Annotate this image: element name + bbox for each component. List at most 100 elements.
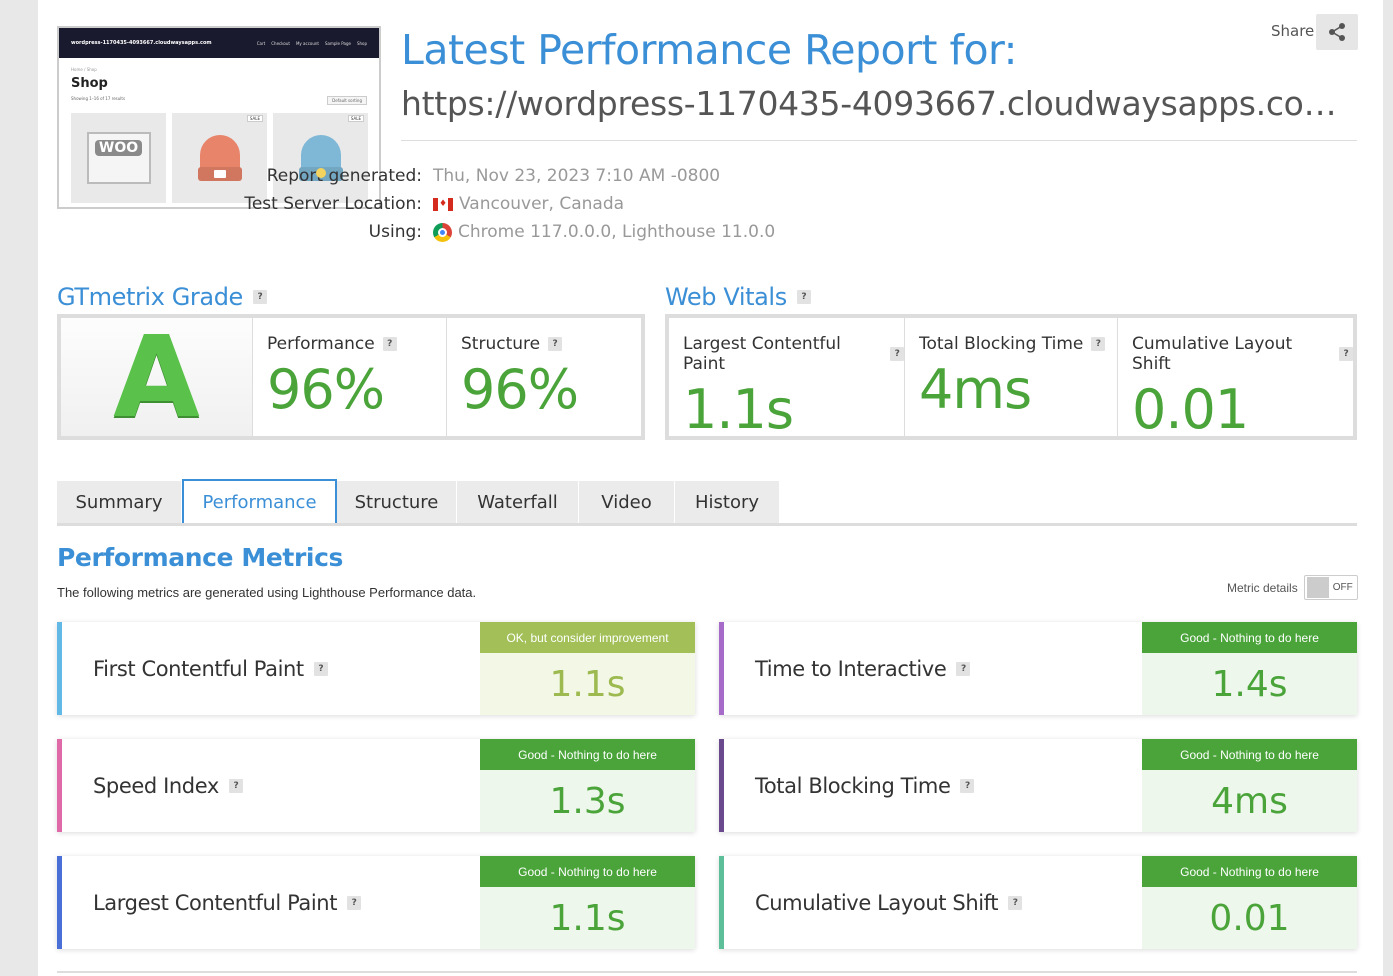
tab-video[interactable]: Video	[579, 481, 675, 523]
thumb-sort-select: Default sorting	[327, 96, 367, 105]
metric-result: Good - Nothing to do here 0.01	[1142, 856, 1357, 949]
using-row: Using: Chrome 117.0.0.0, Lighthouse 11.0…	[0, 218, 776, 246]
report-url[interactable]: https://wordpress-1170435-4093667.cloudw…	[401, 84, 1341, 123]
toggle-knob	[1306, 577, 1329, 598]
browser-version: Chrome 117.0.0.0, Lighthouse 11.0.0	[458, 222, 776, 242]
thumb-nav-item: Checkout	[271, 40, 290, 46]
metric-value: 4ms	[1142, 770, 1357, 832]
sale-badge: SALE	[347, 115, 364, 122]
metric-name: Cumulative Layout Shift	[755, 890, 999, 915]
report-date: Thu, Nov 23, 2023 7:10 AM -0800	[433, 166, 721, 186]
tab-structure[interactable]: Structure	[337, 481, 457, 523]
help-icon[interactable]: ?	[956, 661, 971, 676]
cls-label: Cumulative Layout Shift	[1132, 334, 1293, 374]
thumb-nav-item: Sample Page	[324, 40, 351, 46]
help-icon[interactable]: ?	[796, 290, 811, 304]
share-icon	[1329, 23, 1345, 41]
metric-result: Good - Nothing to do here 1.3s	[480, 739, 695, 832]
metric-card-speed-index[interactable]: Speed Index ? Good - Nothing to do here …	[57, 739, 695, 832]
metric-value: 1.1s	[480, 887, 695, 949]
metric-card-cumulative-layout-shift[interactable]: Cumulative Layout Shift ? Good - Nothing…	[719, 856, 1357, 949]
metric-result: Good - Nothing to do here 4ms	[1142, 739, 1357, 832]
help-icon[interactable]: ?	[1339, 347, 1353, 361]
metric-card-total-blocking-time[interactable]: Total Blocking Time ? Good - Nothing to …	[719, 739, 1357, 832]
thumb-nav: Cart Checkout My account Sample Page Sho…	[257, 41, 367, 46]
help-icon[interactable]: ?	[382, 337, 397, 351]
lcp-value: 1.1s	[683, 378, 794, 441]
lcp-cell: Largest Contentful Paint ? 1.1s	[669, 318, 905, 441]
header-divider	[401, 140, 1357, 141]
help-icon[interactable]: ?	[347, 895, 362, 910]
metric-details-toggle[interactable]: OFF	[1303, 575, 1358, 600]
metric-name: First Contentful Paint	[93, 656, 304, 681]
help-icon[interactable]: ?	[1091, 337, 1106, 351]
tab-performance[interactable]: Performance	[182, 479, 337, 523]
metric-status: Good - Nothing to do here	[1142, 739, 1357, 770]
thumb-nav-item: Shop	[356, 40, 367, 46]
metric-status: Good - Nothing to do here	[480, 856, 695, 887]
cls-label-row: Cumulative Layout Shift ?	[1132, 334, 1353, 374]
section-divider	[57, 971, 1357, 973]
metric-details-control: Metric details OFF	[1227, 575, 1358, 600]
test-location-row: Test Server Location: ♦ Vancouver, Canad…	[0, 190, 775, 218]
tab-waterfall[interactable]: Waterfall	[457, 481, 579, 523]
test-location: Vancouver, Canada	[459, 194, 625, 214]
metric-value: 1.3s	[480, 770, 695, 832]
grade-cell: A	[61, 318, 253, 436]
help-icon[interactable]: ?	[252, 290, 267, 304]
help-icon[interactable]: ?	[890, 347, 904, 361]
metric-card-first-contentful-paint[interactable]: First Contentful Paint ? OK, but conside…	[57, 622, 695, 715]
structure-score-label-row: Structure ?	[461, 334, 641, 354]
help-icon[interactable]: ?	[960, 778, 975, 793]
report-generated-row: Report generated: Thu, Nov 23, 2023 7:10…	[0, 162, 775, 190]
metric-value: 0.01	[1142, 887, 1357, 949]
structure-score-value: 96%	[461, 358, 579, 421]
thumb-nav-item: My account	[295, 40, 319, 46]
lcp-label: Largest Contentful Paint	[683, 334, 841, 374]
thumb-site-name: wordpress-1170435-4093667.cloudwaysapps.…	[71, 40, 212, 46]
metric-card-time-to-interactive[interactable]: Time to Interactive ? Good - Nothing to …	[719, 622, 1357, 715]
metric-status: Good - Nothing to do here	[1142, 856, 1357, 887]
metric-name-row: Largest Contentful Paint ?	[62, 856, 480, 949]
metric-status: Good - Nothing to do here	[480, 739, 695, 770]
metric-name-row: Time to Interactive ?	[724, 622, 1142, 715]
metric-result: OK, but consider improvement 1.1s	[480, 622, 695, 715]
metric-name-row: Cumulative Layout Shift ?	[724, 856, 1142, 949]
tbt-value: 4ms	[919, 358, 1032, 421]
help-icon[interactable]: ?	[228, 778, 243, 793]
web-vitals-box: Largest Contentful Paint ? 1.1s Total Bl…	[665, 314, 1357, 441]
help-icon[interactable]: ?	[1008, 895, 1023, 910]
performance-metrics-description: The following metrics are generated usin…	[57, 585, 477, 600]
woo-logo-text: WOO	[94, 140, 143, 156]
tbt-label: Total Blocking Time	[919, 334, 1084, 354]
performance-score-label: Performance	[267, 334, 375, 354]
metric-status: OK, but consider improvement	[480, 622, 695, 653]
metric-name: Total Blocking Time	[755, 773, 951, 798]
tab-history[interactable]: History	[675, 481, 780, 523]
info-label: Test Server Location:	[244, 194, 422, 214]
metric-result: Good - Nothing to do here 1.1s	[480, 856, 695, 949]
tab-summary[interactable]: Summary	[57, 481, 182, 523]
share-button[interactable]	[1316, 14, 1358, 50]
help-icon[interactable]: ?	[313, 661, 328, 676]
help-icon[interactable]: ?	[548, 337, 563, 351]
metric-card-largest-contentful-paint[interactable]: Largest Contentful Paint ? Good - Nothin…	[57, 856, 695, 949]
web-vitals-title: Web Vitals	[665, 283, 787, 311]
thumb-breadcrumb: Home / Shop	[71, 67, 97, 72]
performance-score-cell: Performance ? 96%	[253, 318, 447, 436]
metric-name-row: Total Blocking Time ?	[724, 739, 1142, 832]
report-info: Report generated: Thu, Nov 23, 2023 7:10…	[0, 162, 775, 246]
metric-name: Speed Index	[93, 773, 219, 798]
info-label: Using:	[368, 222, 422, 242]
share-label: Share	[1271, 22, 1315, 40]
thumb-result-count: Showing 1–16 of 17 results	[71, 96, 126, 101]
toggle-state: OFF	[1332, 582, 1353, 593]
metric-name-row: First Contentful Paint ?	[62, 622, 480, 715]
report-tabs: Summary Performance Structure Waterfall …	[57, 479, 780, 523]
chrome-icon	[433, 222, 452, 242]
structure-score-label: Structure	[461, 334, 541, 354]
performance-metrics-title: Performance Metrics	[57, 543, 343, 572]
gtmetrix-grade-title: GTmetrix Grade	[57, 283, 243, 311]
tbt-cell: Total Blocking Time ? 4ms	[905, 318, 1118, 436]
canada-flag-icon: ♦	[433, 197, 453, 211]
